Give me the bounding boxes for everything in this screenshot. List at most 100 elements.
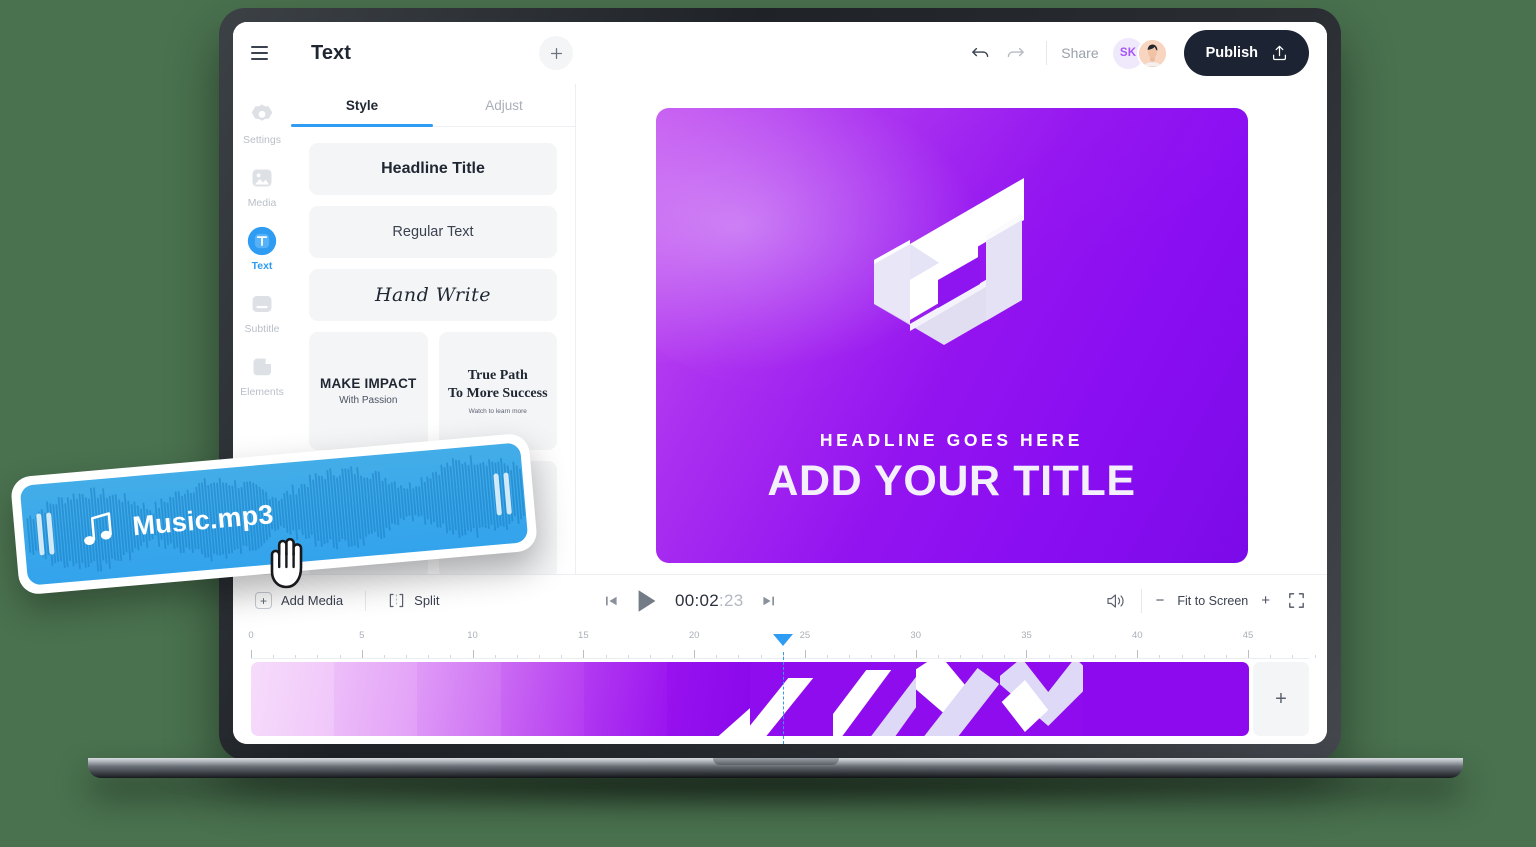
ruler-tick-minor [494,655,496,658]
thumbnail-frame [583,662,667,736]
style-card-label: Headline Title [381,160,485,177]
fullscreen-button[interactable] [1288,592,1305,609]
video-preview-canvas[interactable]: HEADLINE GOES HERE ADD YOUR TITLE [655,107,1248,563]
split-icon [389,593,404,608]
ruler-tick-label: 45 [1242,630,1254,641]
fullscreen-icon [1289,593,1304,608]
ruler-tick-minor [1203,655,1205,658]
ruler-tick-minor [339,655,341,658]
zoom-out-button[interactable]: − [1156,592,1165,609]
ruler-tick-minor [1314,655,1316,658]
style-card-title: MAKE IMPACT [320,376,417,391]
ruler-tick-minor [516,655,518,658]
sidebar-item-text[interactable]: Text [235,222,289,276]
add-track-button[interactable]: + [1253,662,1309,736]
ruler-tick [361,650,363,658]
publish-label: Publish [1205,45,1258,61]
plus-icon [550,47,562,59]
ruler-tick-minor [937,655,939,658]
sidebar-item-label: Elements [240,386,284,398]
timecode-frames: :23 [719,590,744,610]
ruler-tick-minor [295,655,297,658]
ruler-tick-minor [1270,655,1272,658]
app-top-bar: Text Share SK Publish [233,22,1327,84]
ruler-tick-minor [1181,655,1183,658]
sidebar-item-settings[interactable]: Settings [235,96,289,150]
ruler-tick-minor [539,655,541,658]
sidebar-item-label: Subtitle [244,323,280,335]
tab-adjust[interactable]: Adjust [433,84,575,126]
view-controls: − Fit to Screen + [1105,588,1305,613]
ruler-tick-minor [982,655,984,658]
thumbnail-frame [999,662,1083,736]
ruler-tick-minor [627,655,629,658]
split-button[interactable]: Split [388,593,439,608]
share-button[interactable]: Share [1061,45,1098,61]
hamburger-menu-icon[interactable] [251,46,285,60]
ruler-tick-minor [605,655,607,658]
sidebar-item-elements[interactable]: Elements [235,348,289,402]
thumbnail-frame [500,662,584,736]
ruler-tick-minor [1092,655,1094,658]
sidebar-item-label: Media [247,197,277,209]
skip-to-start-button[interactable] [604,594,619,608]
style-card-true-path[interactable]: True Path To More Success Watch to learn … [438,332,557,450]
redo-button[interactable] [998,36,1032,70]
style-card-regular[interactable]: Regular Text [309,206,557,258]
ruler-tick-minor [849,655,851,658]
thumbnail-frame [833,662,917,736]
elements-shape-icon [247,352,277,382]
laptop-shadow [150,776,1400,810]
ruler-tick-minor [738,655,740,658]
sidebar-item-subtitle[interactable]: Subtitle [235,285,289,339]
add-text-button[interactable] [539,36,574,70]
style-card-title: True Path To More Success [447,368,548,401]
page-title: Text [311,41,352,64]
skip-to-end-button[interactable] [761,594,776,608]
ruler-tick-minor [960,655,962,658]
panel-tabs: Style Adjust [291,84,575,127]
zoom-in-button[interactable]: + [1261,592,1270,609]
zoom-level-label: Fit to Screen [1177,593,1249,608]
timecode-display: 00:02:23 [675,591,744,611]
toolbar-divider [365,590,367,611]
timeline-track-row: + [251,662,1309,736]
undo-button[interactable] [964,36,998,70]
preview-headline-small: HEADLINE GOES HERE [819,429,1084,450]
ruler-tick-minor [1159,655,1161,658]
laptop-base-notch [712,758,839,765]
ruler-tick-minor [827,655,829,658]
style-card-handwrite[interactable]: Hand Write [309,269,557,321]
ruler-tick [1137,650,1139,658]
preview-text-block: HEADLINE GOES HERE ADD YOUR TITLE [656,430,1248,503]
thumbnail-frame [666,662,751,736]
skip-to-end-icon [762,596,774,605]
style-card-headline[interactable]: Headline Title [309,143,557,195]
ruler-tick [251,650,252,658]
undo-arrow-icon [972,47,989,58]
play-button[interactable] [636,588,658,614]
preview-headline-big: ADD YOUR TITLE [767,456,1136,505]
timeline-ruler[interactable]: 0 5 10 15 20 25 30 35 40 45 [248,630,1316,660]
ruler-tick-minor [1048,655,1050,658]
sidebar-item-media[interactable]: Media [235,159,289,213]
ruler-tick-minor [1004,655,1006,658]
ruler-tick [1026,650,1028,658]
sidebar-item-label: Text [251,260,273,272]
toolbar-divider [1140,588,1142,613]
avatar-photo[interactable] [1136,37,1168,69]
tab-style[interactable]: Style [291,84,433,127]
ruler-tick-minor [1292,655,1294,658]
thumbnail-frame [916,662,1000,736]
publish-button[interactable]: Publish [1183,30,1309,76]
video-track-clip[interactable] [251,662,1249,736]
ruler-tick-minor [760,655,762,658]
ruler-tick [583,650,585,658]
playhead-handle[interactable] [772,634,793,646]
toolbar-divider [1046,41,1048,65]
ruler-tick-minor [1070,655,1072,658]
playhead-line [782,652,784,744]
upload-icon [1272,45,1287,61]
style-card-make-impact[interactable]: MAKE IMPACT With Passion [309,332,428,450]
volume-button[interactable] [1105,592,1127,610]
